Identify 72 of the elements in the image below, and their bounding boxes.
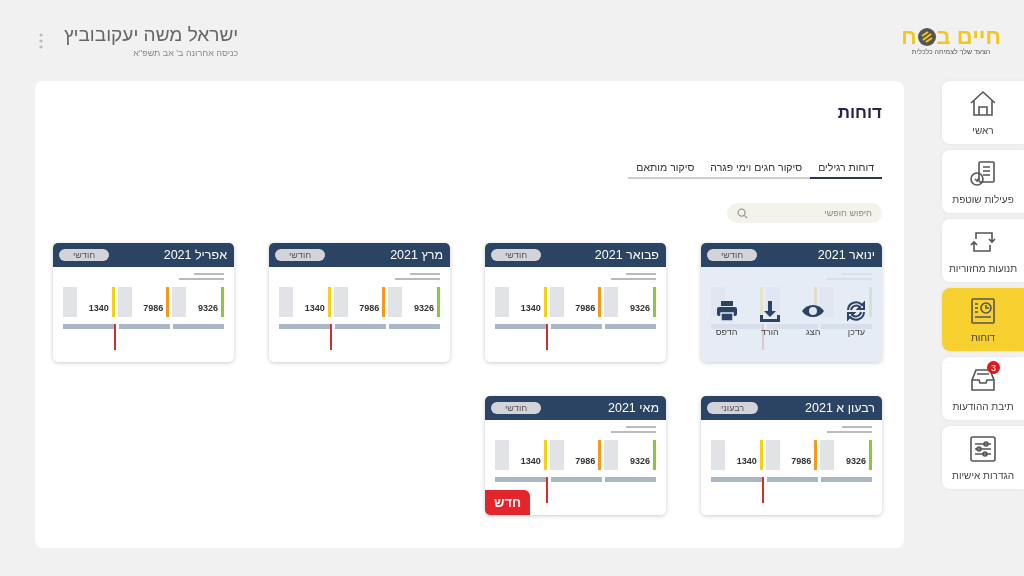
report-icon bbox=[968, 296, 998, 326]
card-title: מרץ 2021 bbox=[390, 248, 443, 262]
sidebar-label: ראשי bbox=[972, 125, 994, 136]
logo-icon bbox=[916, 27, 937, 47]
text-line bbox=[395, 278, 440, 280]
text-line bbox=[626, 273, 656, 275]
period-tag: חודשי bbox=[491, 249, 542, 261]
tab[interactable]: סיקור חגים וימי פגרה bbox=[702, 161, 811, 179]
period-tag: חודשי bbox=[59, 249, 110, 261]
text-line bbox=[410, 273, 440, 275]
printer-icon bbox=[714, 298, 739, 323]
card-action-button[interactable]: הורד bbox=[757, 298, 782, 337]
sidebar-label: תנועות מחזוריות bbox=[948, 263, 1018, 274]
sidebar-item[interactable]: תנועות מחזוריות bbox=[942, 219, 1024, 282]
summary-number: 7986 bbox=[359, 303, 380, 313]
sidebar-label: הגדרות אישיות bbox=[952, 470, 1014, 481]
report-card[interactable]: ינואר 2021 חודשי עדכן הצג הורד הדפס bbox=[701, 243, 882, 362]
period-tag: רבעוני bbox=[707, 402, 759, 414]
period-tag: חודשי bbox=[707, 249, 758, 261]
logo-text: ח bbox=[901, 26, 917, 48]
download-icon bbox=[757, 298, 782, 323]
summary-number: 1340 bbox=[736, 456, 757, 466]
summary-number: 9326 bbox=[413, 303, 434, 313]
card-title: פבואר 2021 bbox=[594, 248, 659, 262]
summary-number: 1340 bbox=[520, 303, 541, 313]
tab[interactable]: דוחות רגילים bbox=[810, 161, 882, 179]
last-login-text: כניסה אחרונה ב' אב תשפ"א bbox=[133, 47, 239, 58]
notification-badge: 3 bbox=[987, 361, 1000, 374]
sidebar-item[interactable]: פעילות שוטפת bbox=[942, 150, 1024, 213]
card-title: מאי 2021 bbox=[608, 401, 659, 415]
text-line bbox=[626, 426, 656, 428]
clipboard-clock-icon bbox=[968, 158, 998, 188]
home-icon bbox=[968, 89, 998, 119]
tab[interactable]: סיקור מותאם bbox=[628, 161, 703, 179]
more-menu-icon[interactable] bbox=[38, 31, 44, 50]
card-title: ינואר 2021 bbox=[817, 248, 875, 262]
new-badge: חדש bbox=[485, 490, 531, 515]
sidebar-item[interactable]: הגדרות אישיות bbox=[942, 426, 1024, 489]
card-action-button[interactable]: הדפס bbox=[714, 298, 739, 337]
summary-number: 1340 bbox=[520, 456, 541, 466]
summary-number: 1340 bbox=[304, 303, 325, 313]
summary-number: 1340 bbox=[88, 303, 109, 313]
summary-number: 9326 bbox=[845, 456, 866, 466]
text-line bbox=[827, 431, 872, 433]
user-name: ישראל משה יעקובוביץ bbox=[64, 23, 239, 46]
sidebar-label: דוחות bbox=[970, 332, 996, 343]
card-title: רבעון א 2021 bbox=[805, 401, 875, 415]
sidebar-item[interactable]: ראשי bbox=[942, 81, 1024, 144]
summary-number: 7986 bbox=[575, 303, 596, 313]
page-title: דוחות bbox=[837, 103, 882, 123]
sidebar-label: פעילות שוטפת bbox=[952, 194, 1014, 205]
sliders-icon bbox=[968, 434, 998, 464]
summary-number: 7986 bbox=[791, 456, 812, 466]
period-tag: חודשי bbox=[275, 249, 326, 261]
logo-text: חיים ב bbox=[936, 26, 1001, 48]
text-line bbox=[179, 278, 224, 280]
sidebar-item[interactable]: דוחות bbox=[942, 288, 1024, 351]
text-line bbox=[611, 431, 656, 433]
card-title: אפריל 2021 bbox=[163, 248, 227, 262]
text-line bbox=[194, 273, 224, 275]
summary-number: 7986 bbox=[575, 456, 596, 466]
summary-number: 9326 bbox=[197, 303, 218, 313]
period-tag: חודשי bbox=[491, 402, 542, 414]
summary-number: 9326 bbox=[629, 456, 650, 466]
text-line bbox=[611, 278, 656, 280]
text-line bbox=[842, 426, 872, 428]
card-action-button[interactable]: עדכן bbox=[844, 298, 869, 337]
summary-number: 9326 bbox=[629, 303, 650, 313]
card-action-button[interactable]: הצג bbox=[801, 298, 826, 337]
summary-number: 7986 bbox=[143, 303, 164, 313]
sidebar-label: תיבת ההודעות bbox=[952, 401, 1014, 412]
search-icon bbox=[737, 207, 748, 219]
